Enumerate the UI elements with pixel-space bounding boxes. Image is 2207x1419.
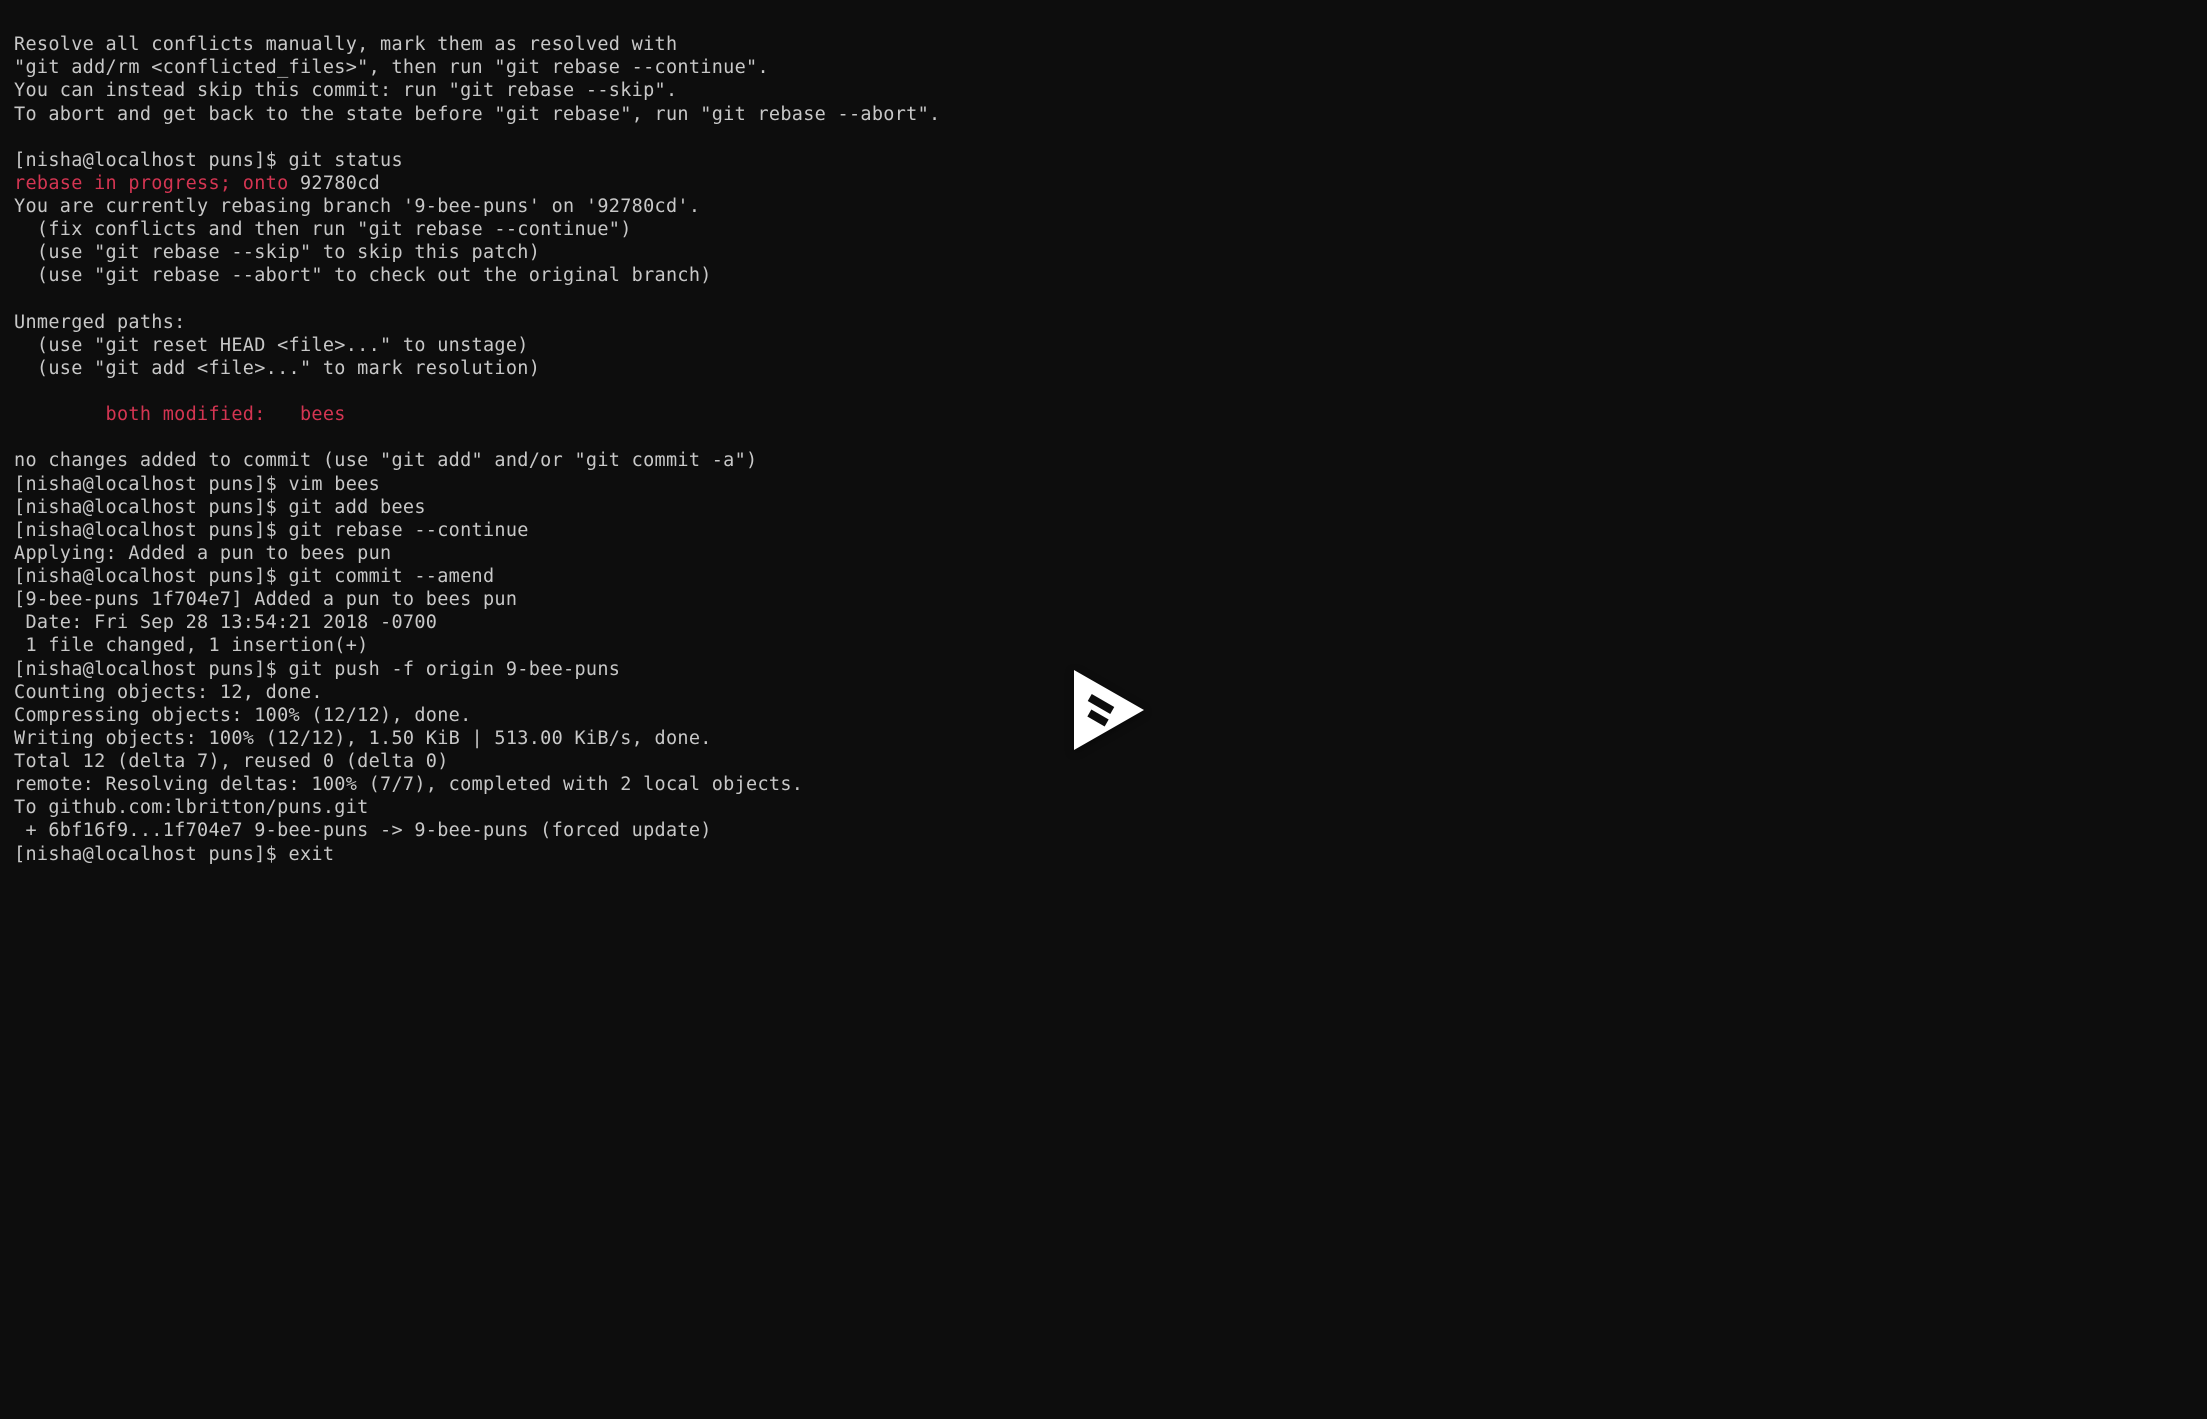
terminal-line: + 6bf16f9...1f704e7 9-bee-puns -> 9-bee-… [14, 820, 712, 841]
terminal-prompt: [nisha@localhost puns]$ [14, 659, 289, 680]
terminal-line: 1 file changed, 1 insertion(+) [14, 635, 369, 656]
terminal-line: [9-bee-puns 1f704e7] Added a pun to bees… [14, 589, 517, 610]
terminal-prompt: [nisha@localhost puns]$ [14, 520, 289, 541]
terminal-command: vim bees [289, 474, 381, 495]
git-status-rebase-progress: rebase in progress; onto [14, 173, 300, 194]
terminal-line: "git add/rm <conflicted_files>", then ru… [14, 57, 769, 78]
terminal-line: Counting objects: 12, done. [14, 682, 323, 703]
terminal-prompt: [nisha@localhost puns]$ [14, 497, 289, 518]
terminal-prompt: [nisha@localhost puns]$ [14, 150, 289, 171]
terminal-command: git status [289, 150, 403, 171]
terminal-line: You can instead skip this commit: run "g… [14, 80, 677, 101]
terminal-line: Unmerged paths: [14, 312, 186, 333]
terminal-line: (use "git rebase --abort" to check out t… [14, 265, 712, 286]
terminal-line: (use "git add <file>..." to mark resolut… [14, 358, 540, 379]
terminal-line: Applying: Added a pun to bees pun [14, 543, 391, 564]
terminal-line: (use "git reset HEAD <file>..." to unsta… [14, 335, 529, 356]
terminal-line: Total 12 (delta 7), reused 0 (delta 0) [14, 751, 449, 772]
terminal-command: git commit --amend [289, 566, 495, 587]
terminal-prompt: [nisha@localhost puns]$ [14, 566, 289, 587]
terminal-line: Writing objects: 100% (12/12), 1.50 KiB … [14, 728, 712, 749]
terminal-line: no changes added to commit (use "git add… [14, 450, 757, 471]
terminal-prompt: [nisha@localhost puns]$ [14, 474, 289, 495]
terminal-line: To github.com:lbritton/puns.git [14, 797, 369, 818]
git-unmerged-file: both modified: bees [14, 404, 346, 425]
git-commit-hash: 92780cd [300, 173, 380, 194]
terminal-line: (use "git rebase --skip" to skip this pa… [14, 242, 540, 263]
terminal-prompt: [nisha@localhost puns]$ [14, 844, 289, 865]
terminal-output: Resolve all conflicts manually, mark the… [14, 10, 2193, 866]
terminal-line: Resolve all conflicts manually, mark the… [14, 34, 677, 55]
terminal-command: exit [289, 844, 335, 865]
terminal-command: git add bees [289, 497, 426, 518]
terminal-command: git rebase --continue [289, 520, 529, 541]
terminal-line: To abort and get back to the state befor… [14, 104, 940, 125]
terminal-line: remote: Resolving deltas: 100% (7/7), co… [14, 774, 803, 795]
terminal-line: Date: Fri Sep 28 13:54:21 2018 -0700 [14, 612, 437, 633]
terminal-command: git push -f origin 9-bee-puns [289, 659, 621, 680]
terminal-line: Compressing objects: 100% (12/12), done. [14, 705, 472, 726]
terminal-line: You are currently rebasing branch '9-bee… [14, 196, 700, 217]
terminal-line: (fix conflicts and then run "git rebase … [14, 219, 632, 240]
